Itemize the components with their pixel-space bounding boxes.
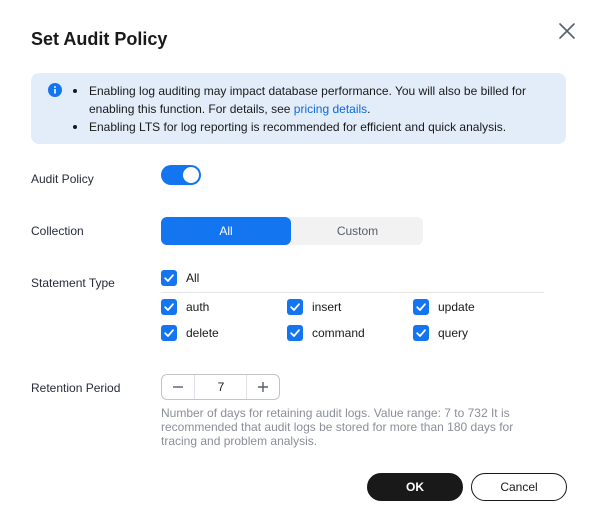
checkbox-delete-label: delete	[186, 326, 219, 340]
check-icon	[287, 299, 303, 315]
checkbox-insert[interactable]: insert	[287, 299, 341, 315]
checkbox-command[interactable]: command	[287, 325, 365, 341]
check-icon	[161, 270, 177, 286]
retention-input[interactable]	[195, 375, 247, 399]
dialog-title: Set Audit Policy	[31, 29, 168, 49]
info-billing-end: .	[367, 102, 371, 116]
collection-label: Collection	[31, 224, 84, 238]
check-icon	[161, 299, 177, 315]
info-item-lts: Enabling LTS for log reporting is recomm…	[73, 118, 558, 136]
check-icon	[161, 325, 177, 341]
info-icon	[48, 83, 62, 97]
checkbox-all-label: All	[186, 271, 200, 285]
retention-stepper	[161, 374, 280, 400]
set-audit-policy-dialog: Set Audit Policy Enabling log auditing m…	[0, 0, 595, 531]
retention-period-label: Retention Period	[31, 381, 121, 395]
statement-divider	[161, 292, 544, 293]
ok-button[interactable]: OK	[367, 473, 463, 501]
checkbox-command-label: command	[312, 326, 365, 340]
check-icon	[287, 325, 303, 341]
checkbox-insert-label: insert	[312, 300, 342, 314]
statement-type-label: Statement Type	[31, 276, 115, 290]
minus-icon[interactable]	[162, 375, 195, 399]
checkbox-update-label: update	[438, 300, 475, 314]
collection-all-button[interactable]: All	[161, 217, 291, 245]
checkbox-all[interactable]: All	[161, 270, 199, 286]
cancel-button[interactable]: Cancel	[471, 473, 567, 501]
check-icon	[413, 325, 429, 341]
info-lts-text: Enabling LTS for log reporting is recomm…	[89, 120, 507, 134]
info-item-billing: Enabling log auditing may impact databas…	[73, 82, 558, 118]
toggle-knob	[183, 167, 199, 183]
close-icon[interactable]	[557, 21, 577, 41]
checkbox-auth-label: auth	[186, 300, 210, 314]
checkbox-update[interactable]: update	[413, 299, 475, 315]
plus-icon[interactable]	[246, 375, 279, 399]
audit-policy-label: Audit Policy	[31, 172, 94, 186]
checkbox-query[interactable]: query	[413, 325, 468, 341]
audit-policy-toggle[interactable]	[161, 165, 201, 185]
retention-hint: Number of days for retaining audit logs.…	[161, 406, 514, 448]
collection-segmented-control: All Custom	[161, 217, 423, 245]
info-banner: Enabling log auditing may impact databas…	[31, 73, 566, 144]
checkbox-auth[interactable]: auth	[161, 299, 209, 315]
checkbox-delete[interactable]: delete	[161, 325, 219, 341]
pricing-details-link[interactable]: pricing details	[294, 102, 367, 116]
checkbox-query-label: query	[438, 326, 469, 340]
collection-custom-button[interactable]: Custom	[292, 217, 423, 245]
check-icon	[413, 299, 429, 315]
